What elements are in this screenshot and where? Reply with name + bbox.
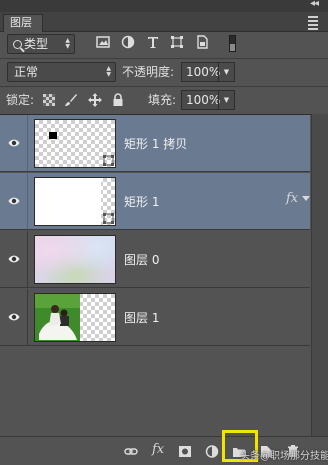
updown-arrows-icon: ▲ ▼ (106, 65, 111, 78)
black-rect-shape (49, 132, 57, 139)
eye-icon[interactable] (8, 196, 20, 206)
type-filter-icon[interactable] (146, 35, 160, 49)
filter-kind-label: 类型 (24, 37, 49, 51)
visibility-cell[interactable] (0, 173, 28, 229)
search-icon (13, 40, 22, 49)
layers-scrollbar[interactable] (311, 114, 328, 436)
updown-arrows-icon: ▲ ▼ (65, 37, 70, 50)
layer-row-rect1[interactable]: 矩形 1 fx (0, 173, 310, 230)
link-layers-icon[interactable] (124, 445, 138, 458)
layer-effects-badge[interactable]: fx (286, 191, 298, 206)
tab-layers[interactable]: 图层 (3, 14, 43, 32)
fill-value: 100% (186, 93, 221, 107)
lock-label: 锁定: (6, 93, 35, 107)
visibility-cell[interactable] (0, 231, 28, 287)
watermark-text: 头条@职场那分技能 (240, 451, 328, 462)
add-mask-icon[interactable] (178, 445, 192, 458)
lock-position-icon[interactable] (88, 93, 102, 107)
panel-tab-bar: 图层 (0, 12, 328, 32)
eye-icon[interactable] (8, 138, 20, 148)
visibility-cell[interactable] (0, 289, 28, 345)
chevron-down-icon[interactable]: ▼ (218, 91, 234, 109)
panel-top-strip: ◂◂ (0, 0, 328, 12)
filter-kind-select[interactable]: 类型 ▲ ▼ (7, 34, 75, 54)
expand-effects-icon[interactable] (302, 196, 310, 201)
filter-toggle[interactable] (229, 35, 236, 52)
panel-menu-icon[interactable] (308, 16, 318, 32)
opacity-label: 不透明度: (122, 65, 175, 79)
layer-name[interactable]: 图层 1 (124, 309, 159, 326)
layer-thumbnail (34, 293, 116, 342)
wedding-photo-thumbnail (35, 294, 80, 341)
new-adjustment-icon[interactable] (205, 445, 219, 458)
layer-name[interactable]: 图层 0 (124, 251, 159, 268)
visibility-cell[interactable] (0, 115, 28, 171)
lock-row: 锁定: 填充: 100% ▼ (0, 90, 328, 112)
lock-transparent-pixels-icon[interactable] (42, 93, 56, 107)
smart-object-filter-icon[interactable] (195, 35, 209, 49)
opacity-field[interactable]: 100% ▼ (181, 62, 235, 82)
layer-thumbnail (34, 177, 116, 226)
layer-name[interactable]: 矩形 1 (124, 193, 159, 210)
layers-list: 矩形 1 拷贝 矩形 1 fx 图层 0 图层 1 (0, 114, 328, 436)
lock-image-pixels-icon[interactable] (64, 93, 78, 107)
vector-mask-icon (103, 155, 114, 166)
chevron-down-icon[interactable]: ▼ (218, 63, 234, 81)
fill-label: 填充: (148, 93, 177, 107)
shape-filter-icon[interactable] (170, 35, 184, 49)
layer-thumbnail (34, 235, 116, 284)
divider (0, 86, 328, 87)
layer-name[interactable]: 矩形 1 拷贝 (124, 135, 187, 152)
opacity-value: 100% (186, 65, 221, 79)
fill-field[interactable]: 100% ▼ (181, 90, 235, 110)
layer-row-layer1[interactable]: 图层 1 (0, 289, 310, 346)
image-filter-icon[interactable] (96, 35, 110, 49)
vector-mask-icon (103, 213, 114, 224)
layer-row-layer0[interactable]: 图层 0 (0, 231, 310, 288)
collapse-panel-icon[interactable]: ◂◂ (310, 0, 319, 9)
filter-row: 类型 ▲ ▼ (0, 34, 328, 56)
adjustment-filter-icon[interactable] (121, 35, 135, 49)
blend-mode-value: 正常 (14, 65, 39, 79)
eye-icon[interactable] (8, 312, 20, 322)
add-style-icon[interactable]: fx (152, 442, 164, 457)
eye-icon[interactable] (8, 254, 20, 264)
layer-row-rect1-copy[interactable]: 矩形 1 拷贝 (0, 115, 310, 172)
white-shape (35, 178, 101, 225)
blend-row: 正常 ▲ ▼ 不透明度: 100% ▼ (0, 62, 328, 84)
lock-all-icon[interactable] (111, 93, 125, 107)
layer-thumbnail (34, 119, 116, 168)
divider (0, 58, 328, 59)
blend-mode-select[interactable]: 正常 ▲ ▼ (7, 62, 116, 82)
